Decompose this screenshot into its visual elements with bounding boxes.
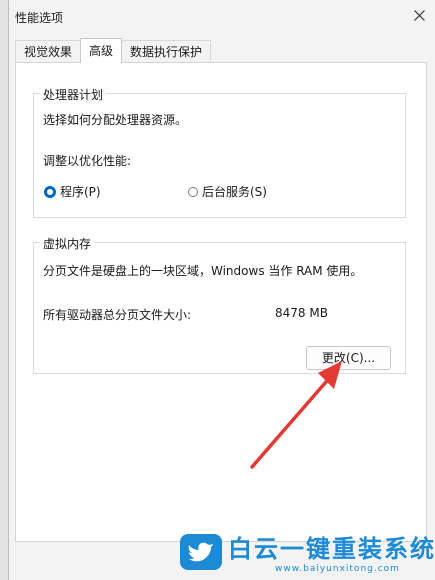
advanced-tab-panel: 处理器计划 选择如何分配处理器资源。 调整以优化性能: 程序(P) 后台服务(S… (15, 62, 427, 542)
processor-description: 选择如何分配处理器资源。 (43, 113, 188, 127)
tab-strip: 视觉效果 高级 数据执行保护 (15, 38, 212, 63)
total-paging-size-label: 所有驱动器总分页文件大小: (43, 308, 192, 322)
watermark-url: www.baiyunxitong.com (275, 564, 400, 574)
performance-options-dialog: 性能选项 视觉效果 高级 数据执行保护 处理器计划 选择如何分配处理器资源。 调… (8, 0, 435, 580)
tab-data-execution-prevention[interactable]: 数据执行保护 (121, 40, 212, 63)
watermark-logo: 白云一键重装系统 www.baiyunxitong.com (180, 534, 434, 580)
window-title: 性能选项 (15, 11, 64, 25)
total-paging-size-value: 8478 MB (275, 306, 328, 320)
adjust-for-label: 调整以优化性能: (43, 154, 132, 168)
watermark-brand: 白云一键重装系统 (228, 535, 435, 563)
processor-scheduling-title: 处理器计划 (40, 86, 107, 103)
virtual-memory-description: 分页文件是硬盘上的一块区域，Windows 当作 RAM 使用。 (43, 264, 363, 278)
bird-icon (180, 534, 222, 570)
close-button[interactable] (403, 0, 435, 30)
processor-scheduling-group: 处理器计划 选择如何分配处理器资源。 调整以优化性能: 程序(P) 后台服务(S… (33, 86, 406, 218)
tab-visual-effects[interactable]: 视觉效果 (15, 40, 82, 63)
annotation-arrow (250, 361, 342, 469)
radio-programs[interactable]: 程序(P) (44, 183, 101, 200)
radio-background-services[interactable]: 后台服务(S) (188, 183, 267, 200)
virtual-memory-title: 虚拟内存 (40, 235, 95, 252)
radio-background-services-indicator (188, 186, 198, 197)
title-bar: 性能选项 (9, 0, 435, 32)
close-icon (413, 9, 425, 21)
radio-programs-label: 程序(P) (60, 185, 101, 199)
radio-programs-indicator (44, 185, 56, 198)
radio-background-services-label: 后台服务(S) (202, 185, 267, 199)
tab-advanced[interactable]: 高级 (80, 38, 123, 63)
